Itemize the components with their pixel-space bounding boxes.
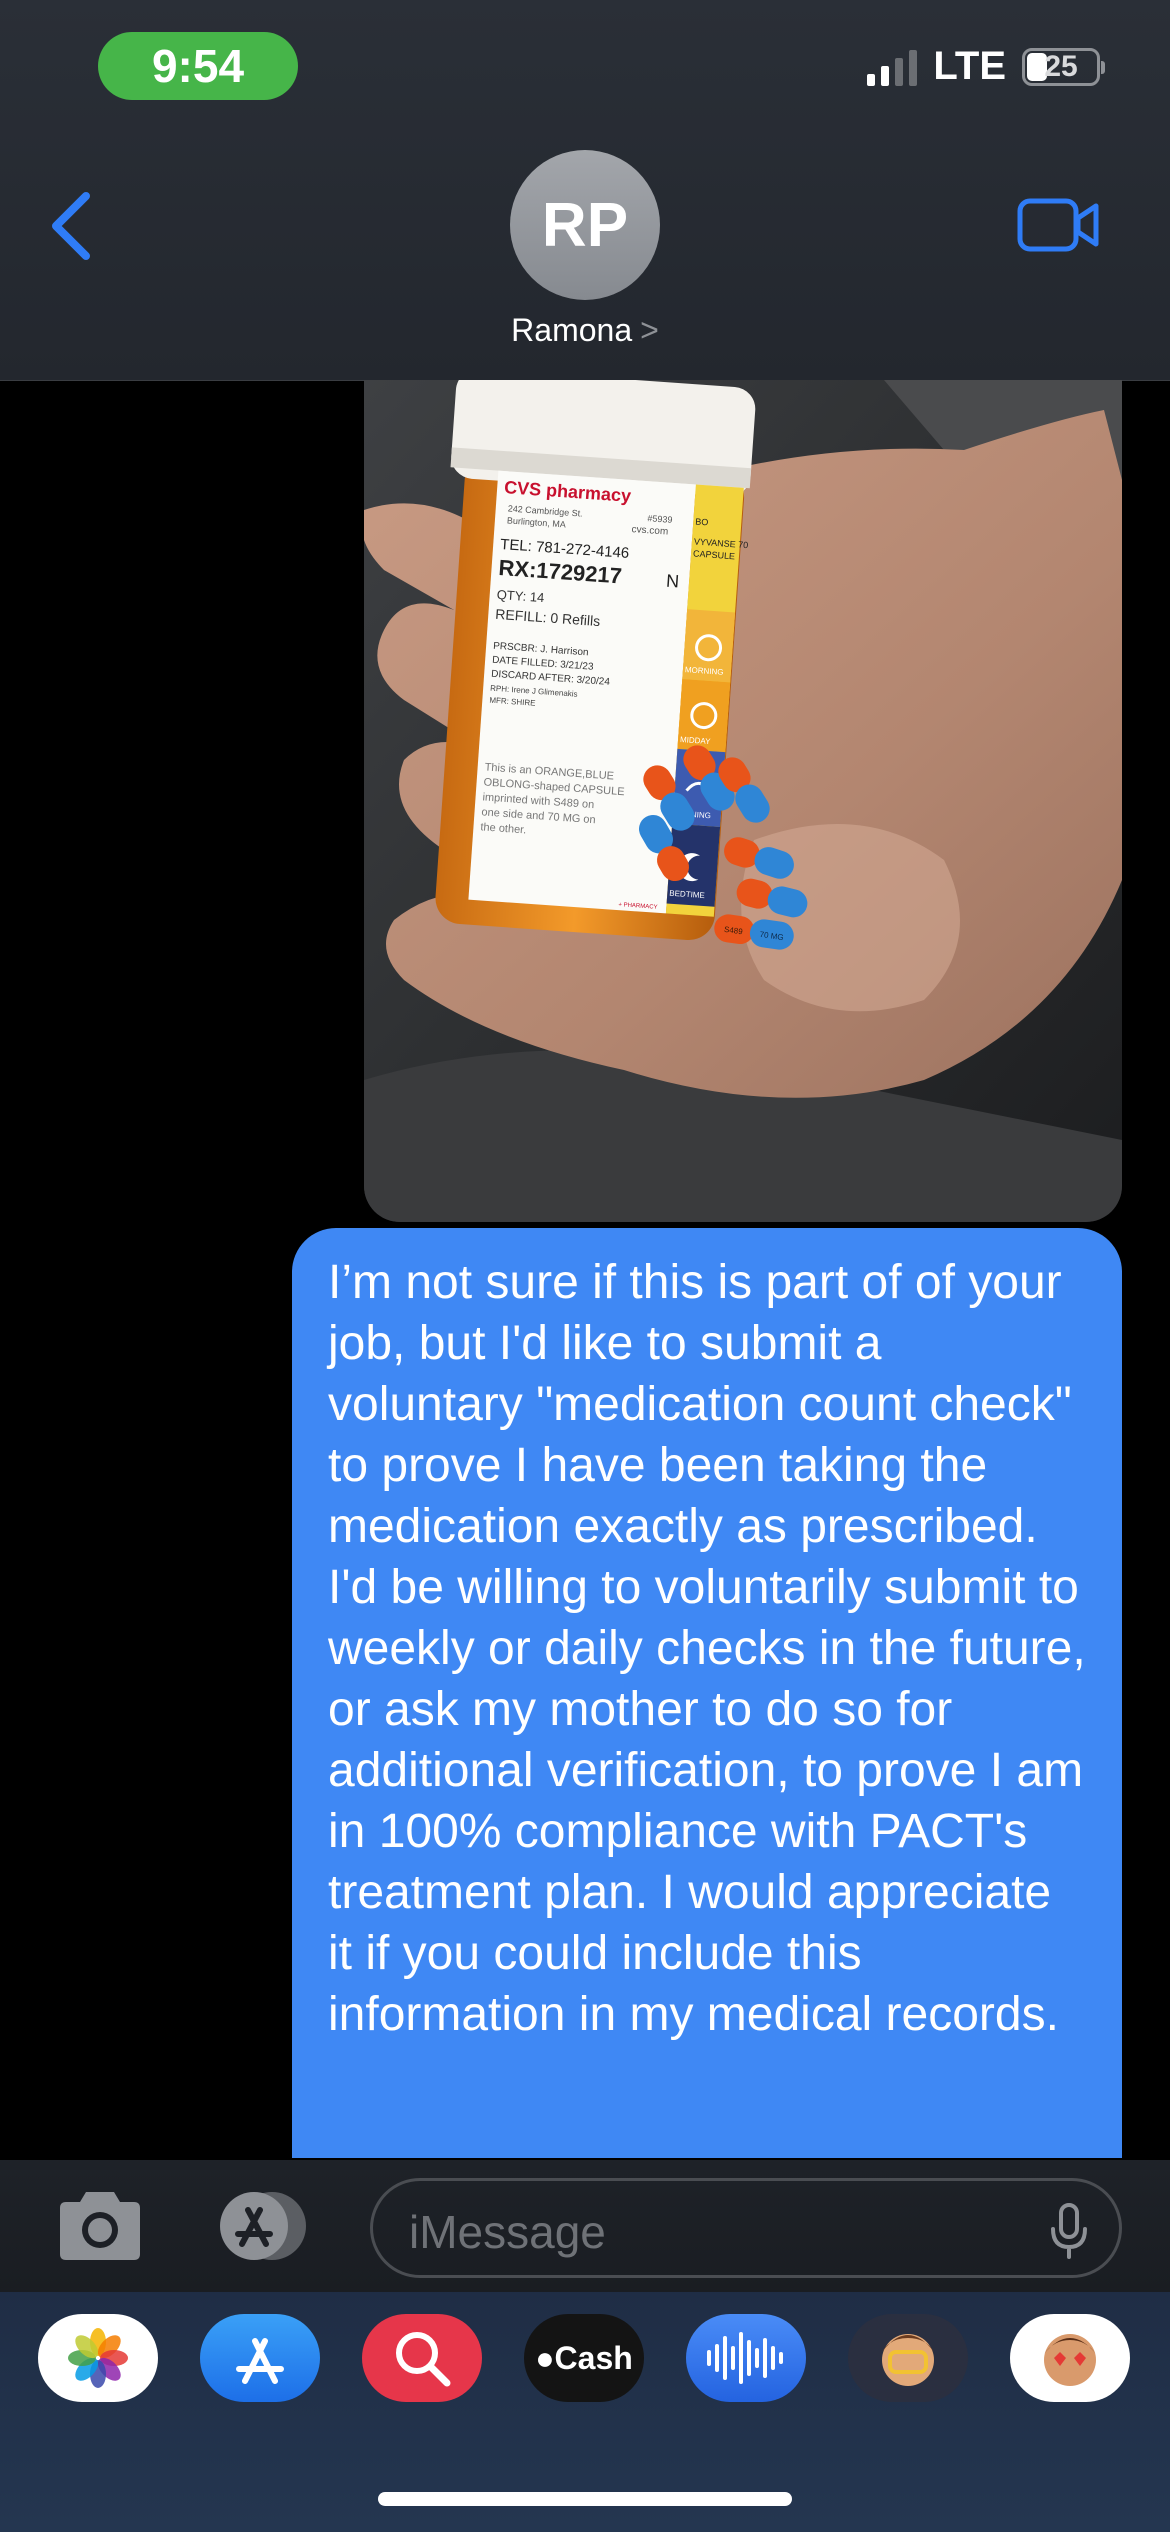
label-rx-flag: N (665, 571, 679, 592)
network-type: LTE (933, 44, 1006, 88)
contact-name-row[interactable]: Ramona > (0, 312, 1170, 349)
pill-bottle-photo: CVS pharmacy 242 Cambridge St. Burlingto… (364, 380, 1122, 1222)
animoji-icon[interactable] (1010, 2314, 1130, 2402)
back-chevron-icon[interactable] (42, 186, 102, 266)
label-store: #5939 (647, 513, 673, 525)
audio-message-icon[interactable] (686, 2314, 806, 2402)
image-search-icon[interactable] (362, 2314, 482, 2402)
memoji-stickers-icon[interactable] (848, 2314, 968, 2402)
status-indicators: LTE 25 (867, 44, 1105, 89)
chevron-right-icon: > (640, 312, 659, 348)
message-text: I’m not sure if this is part of of your … (328, 1256, 1086, 2041)
apple-logo-icon: ● (535, 2339, 555, 2376)
label-bo: BO (695, 517, 709, 528)
apple-cash-icon[interactable]: ● Cash (524, 2314, 644, 2402)
battery-level: 25 (1044, 49, 1078, 83)
app-store-app-icon[interactable] (200, 2314, 320, 2402)
conversation-header: 9:54 LTE 25 RP Ramona > (0, 0, 1170, 381)
microphone-icon[interactable] (1049, 2203, 1089, 2259)
cellular-signal-icon (867, 48, 918, 86)
cash-label: Cash (554, 2339, 633, 2376)
contact-avatar[interactable]: RP (510, 150, 660, 300)
photo-attachment[interactable]: CVS pharmacy 242 Cambridge St. Burlingto… (364, 380, 1122, 1222)
status-time: 9:54 (98, 32, 298, 100)
message-input[interactable]: iMessage (370, 2178, 1122, 2278)
message-input-placeholder: iMessage (409, 2206, 606, 2258)
camera-icon[interactable] (52, 2190, 148, 2262)
app-store-icon[interactable] (208, 2190, 316, 2262)
outgoing-message-bubble[interactable]: I’m not sure if this is part of of your … (292, 1228, 1122, 2158)
compose-bar: iMessage (0, 2160, 1170, 2292)
facetime-video-icon[interactable] (1016, 196, 1100, 254)
contact-name: Ramona (511, 312, 633, 348)
home-indicator[interactable] (378, 2492, 792, 2506)
photos-app-icon[interactable] (38, 2314, 158, 2402)
battery-icon: 25 (1022, 47, 1105, 86)
